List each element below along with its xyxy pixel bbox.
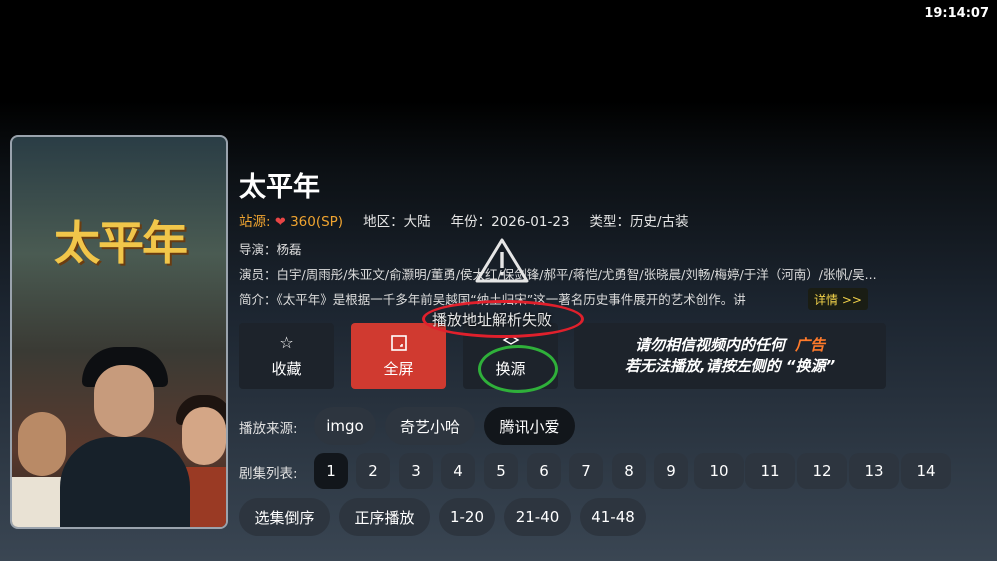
episode-row-label: 剧集列表: xyxy=(239,466,298,482)
status-clock: 19:14:07 xyxy=(924,6,989,21)
fullscreen-button[interactable]: 全屏 xyxy=(351,323,446,389)
heart-icon: ❤ xyxy=(274,215,286,230)
source-option-qiyi[interactable]: 奇艺小哈 xyxy=(385,407,475,445)
episode-item[interactable]: 14 xyxy=(901,453,951,489)
source-info: 站源: ❤ 360(SP) xyxy=(239,210,343,230)
show-meta: 站源: ❤ 360(SP) 地区：大陆 年份：2026-01-23 类型：历史/… xyxy=(239,210,689,230)
source-label: 站源: xyxy=(239,214,271,230)
source-option-imgo[interactable]: imgo xyxy=(314,407,376,445)
episode-range-21-40[interactable]: 21-40 xyxy=(504,498,571,536)
poster-image: 太平年 xyxy=(10,135,228,529)
region: 地区：大陆 xyxy=(363,214,431,230)
reverse-order-button[interactable]: 选集倒序 xyxy=(239,498,330,536)
annotation-red-circle xyxy=(422,300,584,338)
episode-range-1-20[interactable]: 1-20 xyxy=(439,498,495,536)
source-option-tencent[interactable]: 腾讯小爱 xyxy=(484,407,575,445)
episode-item[interactable]: 13 xyxy=(849,453,899,489)
episode-item[interactable]: 4 xyxy=(441,453,475,489)
genre: 类型：历史/古装 xyxy=(589,214,689,230)
director: 导演：杨磊 xyxy=(239,242,302,257)
favorite-label: 收藏 xyxy=(271,359,302,378)
detail-button[interactable]: 详情 >> xyxy=(808,288,868,310)
episode-item[interactable]: 5 xyxy=(484,453,518,489)
year: 年份：2026-01-23 xyxy=(450,214,570,230)
annotation-green-circle xyxy=(478,345,558,393)
episode-item[interactable]: 12 xyxy=(797,453,847,489)
forward-play-button[interactable]: 正序播放 xyxy=(339,498,430,536)
star-icon: ☆ xyxy=(279,332,294,352)
episode-item[interactable]: 6 xyxy=(527,453,561,489)
notice-text: 请勿相信视频内的任何 xyxy=(634,336,785,354)
cast: 演员：白宇/周雨彤/朱亚文/俞灏明/董勇/侯大红/保剑锋/郝平/蒋恺/尤勇智/张… xyxy=(239,267,877,282)
notice-line-2: 若无法播放,请按左侧的 “换源” xyxy=(624,357,836,375)
poster-title: 太平年 xyxy=(54,216,188,270)
favorite-button[interactable]: ☆ 收藏 xyxy=(239,323,334,389)
episode-item[interactable]: 3 xyxy=(399,453,433,489)
episode-item[interactable]: 11 xyxy=(745,453,795,489)
episode-item[interactable]: 9 xyxy=(654,453,688,489)
notice-line-1: 请勿相信视频内的任何 广告 xyxy=(635,335,825,356)
poster-figure xyxy=(182,407,226,465)
episode-range-41-48[interactable]: 41-48 xyxy=(580,498,646,536)
episode-item[interactable]: 1 xyxy=(314,453,348,489)
source-row-label: 播放来源: xyxy=(239,421,298,437)
poster-figure xyxy=(60,437,190,527)
poster-figure xyxy=(94,365,154,437)
poster-figure xyxy=(18,412,66,476)
fullscreen-label: 全屏 xyxy=(383,359,414,378)
notice-ad-word: 广告 xyxy=(795,336,826,354)
episode-item[interactable]: 10 xyxy=(694,453,744,489)
episode-item[interactable]: 8 xyxy=(612,453,646,489)
warning-icon xyxy=(475,238,529,283)
episode-item[interactable]: 7 xyxy=(569,453,603,489)
source-value: 360(SP) xyxy=(290,214,344,230)
ad-warning-notice: 请勿相信视频内的任何 广告 若无法播放,请按左侧的 “换源” xyxy=(574,323,886,389)
fullscreen-icon xyxy=(390,334,408,352)
show-title: 太平年 xyxy=(239,172,320,203)
episode-item[interactable]: 2 xyxy=(356,453,390,489)
